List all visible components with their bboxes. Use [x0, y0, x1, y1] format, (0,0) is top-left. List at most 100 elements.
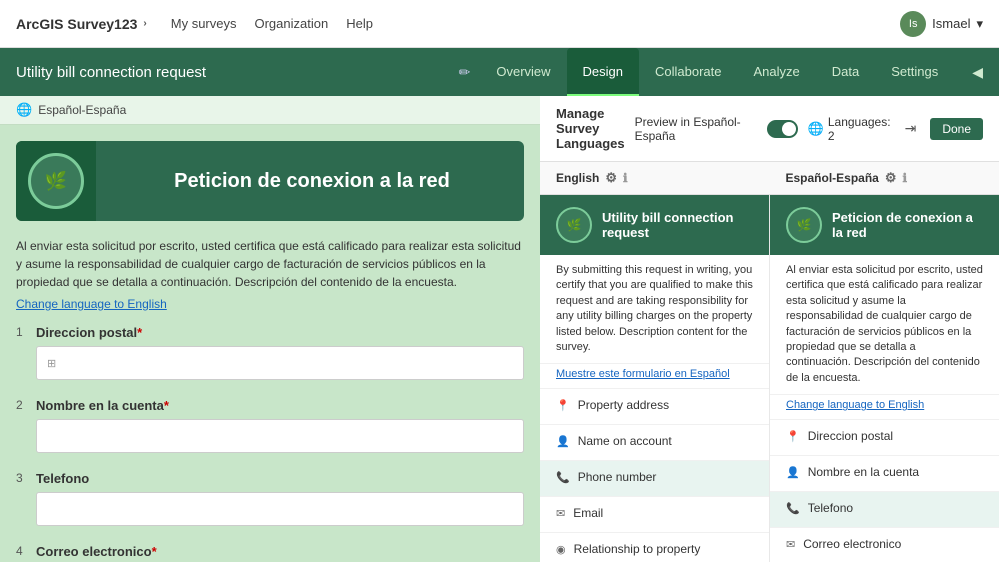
expand-icon[interactable]: ⇥ — [905, 120, 917, 137]
item-text-es-2: Telefono — [808, 500, 853, 517]
question-3-input[interactable] — [36, 492, 524, 526]
survey-tabs: Overview Design Collaborate Analyze Data… — [480, 48, 954, 96]
item-icon-en-1: 👤 — [556, 435, 570, 450]
english-info-icon: ℹ — [623, 171, 628, 185]
item-text-es-3: Correo electronico — [803, 536, 901, 553]
preview-toggle-area: Preview in Español-España — [635, 115, 798, 143]
survey-header-title: Peticion de conexion a la red — [96, 154, 524, 209]
espanol-col-header: Español-España ⚙ ℹ — [770, 162, 999, 194]
question-2-label: Nombre en la cuenta* — [36, 398, 524, 413]
english-gear-icon[interactable]: ⚙ — [605, 170, 617, 186]
change-language-link[interactable]: Change language to English — [16, 297, 524, 311]
espanol-info-icon: ℹ — [903, 171, 908, 185]
espanol-header-title: Peticion de conexion a la red — [832, 210, 983, 240]
tab-collaborate[interactable]: Collaborate — [639, 48, 738, 96]
item-icon-en-0: 📍 — [556, 399, 570, 414]
question-4-label: Correo electronico* — [36, 544, 524, 559]
item-text-en-1: Name on account — [578, 433, 672, 450]
question-2-row: 2 Nombre en la cuenta* — [16, 398, 524, 453]
lang-count-label: Languages: 2 — [828, 115, 891, 143]
question-3-row: 3 Telefono — [16, 471, 524, 526]
left-survey-panel: 🌐 Español-España 🌿 Peticion de conexion … — [0, 96, 540, 562]
tab-overview[interactable]: Overview — [480, 48, 566, 96]
english-header-card: 🌿 Utility bill connection request — [540, 195, 769, 255]
lang-columns-header: English ⚙ ℹ Español-España ⚙ ℹ — [540, 162, 999, 195]
user-area[interactable]: Is Ismael ▾ — [900, 11, 983, 37]
english-column: 🌿 Utility bill connection request By sub… — [540, 195, 770, 562]
tab-analyze[interactable]: Analyze — [738, 48, 816, 96]
nav-arrow: › — [143, 18, 146, 29]
edit-title-button[interactable]: ✏ — [459, 64, 471, 81]
locale-label: Español-España — [38, 103, 126, 117]
item-text-en-2: Phone number — [578, 469, 657, 486]
item-icon-es-2: 📞 — [786, 502, 800, 517]
lang-count: 🌐 Languages: 2 — [808, 115, 891, 143]
avatar: Is — [900, 11, 926, 37]
globe-icon: 🌐 — [16, 102, 32, 118]
question-1-input[interactable]: ⊞ — [36, 346, 524, 380]
user-name: Ismael — [932, 16, 970, 31]
english-item-1: 👤 Name on account — [540, 425, 769, 461]
top-navigation: ArcGIS Survey123 › My surveys Organizati… — [0, 0, 999, 48]
tab-design[interactable]: Design — [567, 48, 639, 96]
english-label: English — [556, 171, 599, 185]
question-1-block: Direccion postal* ⊞ — [36, 325, 524, 380]
user-dropdown-arrow[interactable]: ▾ — [976, 16, 983, 32]
right-languages-panel: Manage Survey Languages Preview in Españ… — [540, 96, 999, 562]
item-text-es-1: Nombre en la cuenta — [808, 464, 919, 481]
espanol-item-2: 📞 Telefono — [770, 492, 999, 528]
english-col-header: English ⚙ ℹ — [540, 162, 770, 194]
organization-link[interactable]: Organization — [254, 16, 328, 31]
item-icon-en-3: ✉ — [556, 507, 565, 522]
lang-table-body: 🌿 Utility bill connection request By sub… — [540, 195, 999, 562]
english-item-3: ✉ Email — [540, 497, 769, 533]
espanol-label: Español-España — [786, 171, 879, 185]
item-text-es-0: Direccion postal — [808, 428, 893, 445]
input-icon-1: ⊞ — [47, 357, 56, 370]
espanol-lang-link[interactable]: Change language to English — [770, 395, 999, 420]
question-1-row: 1 Direccion postal* ⊞ — [16, 325, 524, 380]
question-3-block: Telefono — [36, 471, 524, 526]
done-button[interactable]: Done — [930, 118, 983, 140]
question-2-number: 2 — [16, 398, 23, 412]
survey-description: Al enviar esta solicitud por escrito, us… — [16, 237, 524, 291]
english-lang-link[interactable]: Muestre este formulario en Español — [540, 364, 769, 389]
item-text-en-3: Email — [573, 505, 603, 522]
preview-toggle[interactable] — [767, 120, 798, 138]
question-4-number: 4 — [16, 544, 23, 558]
espanol-item-3: ✉ Correo electronico — [770, 528, 999, 562]
main-content: 🌐 Español-España 🌿 Peticion de conexion … — [0, 96, 999, 562]
espanol-item-1: 👤 Nombre en la cuenta — [770, 456, 999, 492]
help-link[interactable]: Help — [346, 16, 373, 31]
share-icon[interactable]: ◀ — [972, 64, 983, 81]
app-title: ArcGIS Survey123 › — [16, 16, 147, 32]
question-3-label: Telefono — [36, 471, 524, 486]
locale-bar: 🌐 Español-España — [0, 96, 540, 125]
globe-count-icon: 🌐 — [808, 121, 824, 137]
question-4-row: 4 Correo electronico* ✓ — [16, 544, 524, 562]
tab-settings[interactable]: Settings — [875, 48, 954, 96]
english-header-title: Utility bill connection request — [602, 210, 753, 240]
logo-circle: 🌿 — [28, 153, 84, 209]
app-name-label: ArcGIS Survey123 — [16, 16, 137, 32]
question-3-number: 3 — [16, 471, 23, 485]
avatar-initials: Is — [909, 18, 918, 30]
tab-data[interactable]: Data — [816, 48, 875, 96]
toggle-knob — [782, 122, 796, 136]
english-item-0: 📍 Property address — [540, 389, 769, 425]
nav-links: My surveys Organization Help — [171, 16, 373, 31]
item-icon-es-1: 👤 — [786, 466, 800, 481]
espanol-header-card: 🌿 Peticion de conexion a la red — [770, 195, 999, 255]
question-4-block: Correo electronico* ✓ — [36, 544, 524, 562]
manage-languages-title: Manage Survey Languages — [556, 106, 625, 151]
survey-logo: 🌿 — [16, 141, 96, 221]
espanol-desc: Al enviar esta solicitud por escrito, us… — [770, 255, 999, 395]
preview-label: Preview in Español-España — [635, 115, 761, 143]
question-2-block: Nombre en la cuenta* — [36, 398, 524, 453]
item-icon-es-0: 📍 — [786, 430, 800, 445]
espanol-gear-icon[interactable]: ⚙ — [885, 170, 897, 186]
item-icon-es-3: ✉ — [786, 538, 795, 553]
question-2-input[interactable] — [36, 419, 524, 453]
lang-panel-header: Manage Survey Languages Preview in Españ… — [540, 96, 999, 162]
my-surveys-link[interactable]: My surveys — [171, 16, 237, 31]
